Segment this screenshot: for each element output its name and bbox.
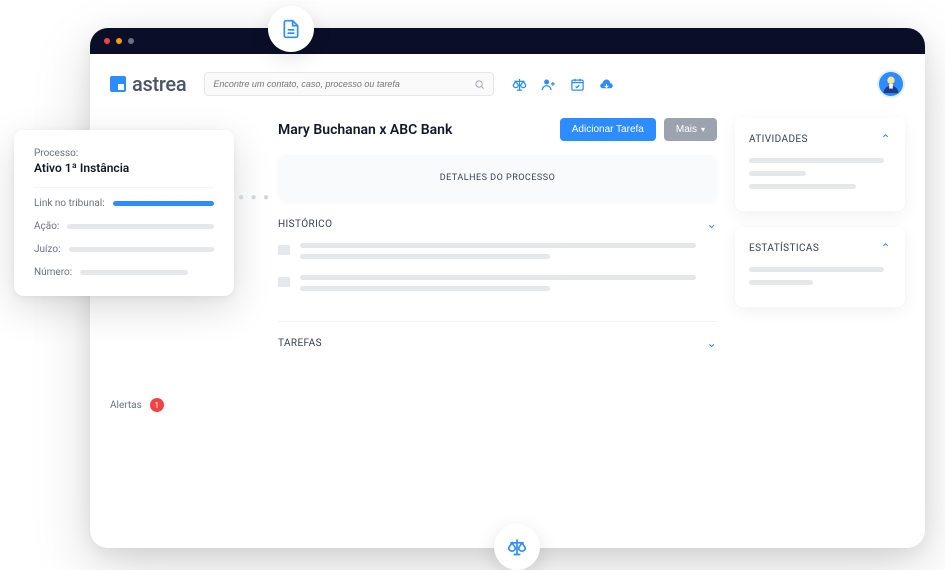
stats-card: ESTATÍSTICAS ⌃ (735, 227, 905, 307)
court-row: Juízo: (34, 244, 214, 255)
case-header: Mary Buchanan x ABC Bank Adicionar Taref… (278, 118, 717, 141)
history-item (278, 243, 717, 265)
placeholder-bar (67, 224, 214, 229)
window-titlebar (90, 28, 925, 54)
add-user-icon[interactable] (541, 77, 556, 92)
tribunal-link-label: Link no tribunal: (34, 198, 105, 209)
cloud-icon (278, 277, 290, 287)
number-row: Número: (34, 267, 214, 278)
connector-dots: ● ● ● (238, 192, 271, 203)
process-label: Processo: (34, 148, 214, 159)
process-popup: Processo: Ativo 1ª Instância Link no tri… (14, 130, 234, 296)
more-button[interactable]: Mais (664, 118, 717, 141)
alerts-row[interactable]: Alertas 1 (110, 398, 260, 412)
case-title: Mary Buchanan x ABC Bank (278, 122, 552, 138)
activities-card: ATIVIDADES ⌃ (735, 118, 905, 211)
placeholder-bar (69, 247, 214, 252)
stats-header[interactable]: ESTATÍSTICAS ⌃ (749, 241, 891, 255)
search-icon[interactable] (474, 79, 485, 90)
placeholder-line (749, 158, 884, 163)
placeholder-line (749, 267, 884, 272)
placeholder-line (300, 286, 550, 291)
placeholder-line (300, 254, 550, 259)
scales-icon[interactable] (512, 77, 527, 92)
tasks-header[interactable]: TAREFAS ⌄ (278, 336, 717, 350)
number-label: Número: (34, 267, 72, 278)
cloud-download-icon[interactable] (599, 77, 614, 92)
process-status-value: Ativo 1ª Instância (34, 161, 214, 175)
add-task-button[interactable]: Adicionar Tarefa (560, 118, 656, 141)
history-section: HISTÓRICO ⌄ (278, 217, 717, 322)
placeholder-line (749, 184, 856, 189)
action-label: Ação: (34, 221, 59, 232)
history-label: HISTÓRICO (278, 219, 332, 230)
history-header[interactable]: HISTÓRICO ⌄ (278, 217, 717, 231)
alerts-label: Alertas (110, 400, 142, 411)
activities-label: ATIVIDADES (749, 134, 808, 145)
logo-mark (110, 76, 126, 92)
calendar-check-icon[interactable] (570, 77, 585, 92)
top-icons (512, 77, 614, 92)
placeholder-line (300, 243, 696, 248)
logo[interactable]: astrea (110, 72, 186, 96)
document-badge (268, 6, 314, 52)
details-panel[interactable]: DETALHES DO PROCESSO (278, 155, 717, 201)
right-column: ATIVIDADES ⌃ ESTATÍSTICAS ⌃ (735, 118, 905, 307)
search-box[interactable] (204, 72, 494, 96)
topbar: astrea (110, 70, 905, 98)
activities-header[interactable]: ATIVIDADES ⌃ (749, 132, 891, 146)
stats-label: ESTATÍSTICAS (749, 243, 819, 254)
chevron-up-icon: ⌃ (881, 132, 891, 146)
logo-text: astrea (132, 72, 186, 96)
tribunal-link-row[interactable]: Link no tribunal: (34, 198, 214, 209)
scales-badge (494, 524, 540, 570)
history-item (278, 275, 717, 297)
action-row: Ação: (34, 221, 214, 232)
chevron-down-icon: ⌄ (707, 217, 717, 231)
minimize-dot[interactable] (116, 38, 122, 44)
court-label: Juízo: (34, 244, 61, 255)
tasks-label: TAREFAS (278, 338, 322, 349)
alerts-badge: 1 (150, 398, 164, 412)
search-input[interactable] (213, 79, 474, 89)
placeholder-line (749, 280, 813, 285)
placeholder-line (300, 275, 696, 280)
main-column: Mary Buchanan x ABC Bank Adicionar Taref… (278, 118, 717, 390)
link-bar (113, 201, 214, 206)
avatar[interactable] (877, 70, 905, 98)
chevron-down-icon: ⌄ (707, 336, 717, 350)
tasks-section: TAREFAS ⌄ (278, 336, 717, 376)
placeholder-line (749, 171, 806, 176)
maximize-dot[interactable] (128, 38, 134, 44)
placeholder-bar (80, 270, 188, 275)
chevron-up-icon: ⌃ (881, 241, 891, 255)
cloud-icon (278, 245, 290, 255)
close-dot[interactable] (104, 38, 110, 44)
